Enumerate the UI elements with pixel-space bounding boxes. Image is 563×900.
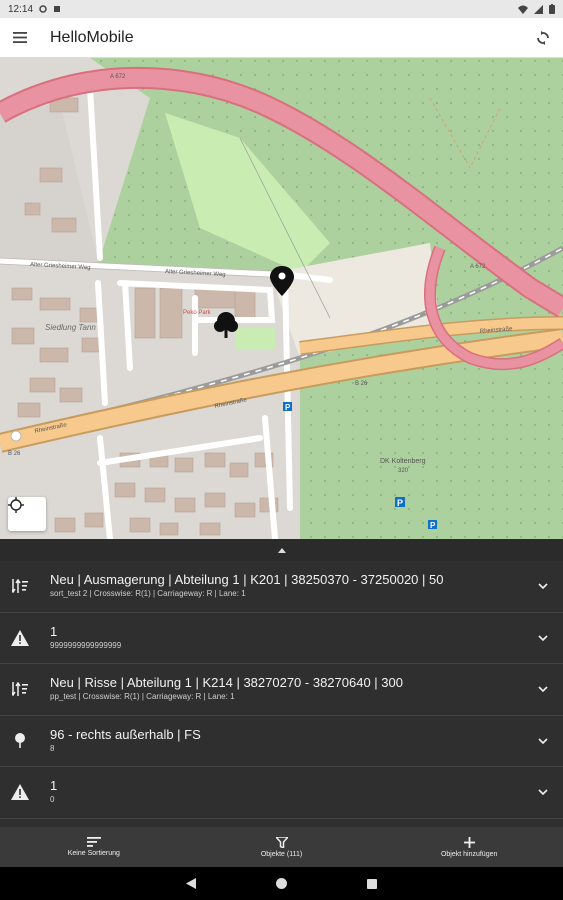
app-bar: HelloMobile bbox=[0, 18, 563, 58]
filter-icon bbox=[275, 836, 288, 848]
list-item[interactable]: 96 - rechts außerhalb | FS 8 bbox=[0, 716, 563, 767]
notification-status-icon bbox=[54, 6, 61, 12]
map-label: A 672 bbox=[110, 74, 126, 80]
warning-icon bbox=[0, 629, 40, 646]
list-item-subtitle: sort_test 2 | Crosswise: R(1) | Carriage… bbox=[50, 589, 246, 599]
map-label: B 26 bbox=[8, 451, 21, 457]
menu-icon bbox=[13, 32, 27, 43]
chevron-up-icon bbox=[277, 547, 286, 553]
sort-icon bbox=[86, 837, 101, 847]
list-item-title: 96 - rechts außerhalb | FS bbox=[50, 726, 201, 742]
wifi-icon bbox=[518, 5, 528, 14]
expand-button[interactable] bbox=[523, 635, 563, 641]
list-item-subtitle: pp_test | Crosswise: R(1) | Carriageway:… bbox=[50, 692, 235, 702]
list-item-title: 1 bbox=[50, 778, 58, 794]
sort-arrows-icon bbox=[0, 579, 40, 594]
warning-icon bbox=[0, 784, 40, 801]
crosshair-icon bbox=[8, 497, 24, 513]
filter-label: Objekte (111) bbox=[260, 850, 303, 858]
map-label: B 26 bbox=[355, 381, 368, 387]
svg-text:P: P bbox=[397, 498, 403, 508]
sync-icon bbox=[537, 30, 549, 45]
list-item[interactable]: 1 9999999999999999 bbox=[0, 613, 563, 664]
add-object-label: Objekt hinzufügen bbox=[440, 850, 498, 858]
add-object-button[interactable]: Objekt hinzufügen bbox=[375, 827, 563, 867]
clock: 12:14 bbox=[8, 3, 34, 15]
list-item[interactable]: Neu | Risse | Abteilung 1 | K214 | 38270… bbox=[0, 664, 563, 716]
list-item-subtitle: 9999999999999999 bbox=[50, 640, 122, 650]
chevron-down-icon bbox=[538, 686, 548, 693]
list-item-title: 1 bbox=[50, 623, 58, 639]
object-list-sheet: Neu | Ausmagerung | Abteilung 1 | K201 |… bbox=[0, 539, 563, 827]
list-item[interactable]: Neu | Ausmagerung | Abteilung 1 | K201 |… bbox=[0, 561, 563, 613]
map-label: A 672 bbox=[470, 264, 486, 270]
list-item-subtitle: 8 bbox=[50, 743, 55, 753]
sort-button[interactable]: Keine Sortierung bbox=[0, 827, 188, 867]
expand-button[interactable] bbox=[523, 583, 563, 590]
signal-icon bbox=[534, 4, 543, 14]
bottom-action-bar: Keine Sortierung Objekte (111) Objekt hi… bbox=[0, 827, 563, 867]
map-view[interactable]: P P P Alter Griesheimer Weg Alter Griesh… bbox=[0, 58, 563, 539]
map-label: Siedlung Tann bbox=[45, 323, 96, 332]
locate-button[interactable] bbox=[8, 497, 46, 531]
map-label: 320 bbox=[398, 468, 409, 474]
plus-icon bbox=[463, 836, 475, 848]
expand-button[interactable] bbox=[523, 738, 563, 744]
sort-label: Keine Sortierung bbox=[67, 850, 120, 857]
list-item[interactable]: 1 0 bbox=[0, 767, 563, 819]
chevron-down-icon bbox=[538, 738, 548, 744]
sort-arrows-icon bbox=[0, 682, 40, 697]
expand-button[interactable] bbox=[523, 789, 563, 796]
recents-icon[interactable] bbox=[367, 878, 377, 889]
svg-text:P: P bbox=[430, 521, 436, 530]
filter-button[interactable]: Objekte (111) bbox=[188, 827, 376, 867]
sheet-handle[interactable] bbox=[0, 539, 563, 561]
menu-button[interactable] bbox=[0, 18, 40, 58]
app-title: HelloMobile bbox=[50, 28, 134, 46]
map-label: Peko Park bbox=[183, 310, 212, 316]
home-icon[interactable] bbox=[276, 878, 287, 889]
svg-text:P: P bbox=[285, 403, 291, 412]
sync-button[interactable] bbox=[523, 18, 563, 58]
map-label: DK Koltenberg bbox=[380, 458, 426, 465]
chevron-down-icon bbox=[538, 635, 548, 641]
chevron-down-icon bbox=[538, 583, 548, 590]
expand-button[interactable] bbox=[523, 686, 563, 693]
list-item-subtitle: 0 bbox=[50, 795, 55, 805]
status-bar: 12:14 bbox=[0, 0, 563, 18]
back-icon[interactable] bbox=[186, 878, 196, 889]
settings-status-icon bbox=[39, 5, 47, 13]
list-item-title: Neu | Risse | Abteilung 1 | K214 | 38270… bbox=[50, 675, 403, 691]
battery-icon bbox=[549, 4, 555, 14]
system-nav-bar bbox=[0, 867, 563, 900]
tree-icon bbox=[0, 733, 40, 749]
list-item-title: Neu | Ausmagerung | Abteilung 1 | K201 |… bbox=[50, 572, 444, 588]
chevron-down-icon bbox=[538, 789, 548, 796]
